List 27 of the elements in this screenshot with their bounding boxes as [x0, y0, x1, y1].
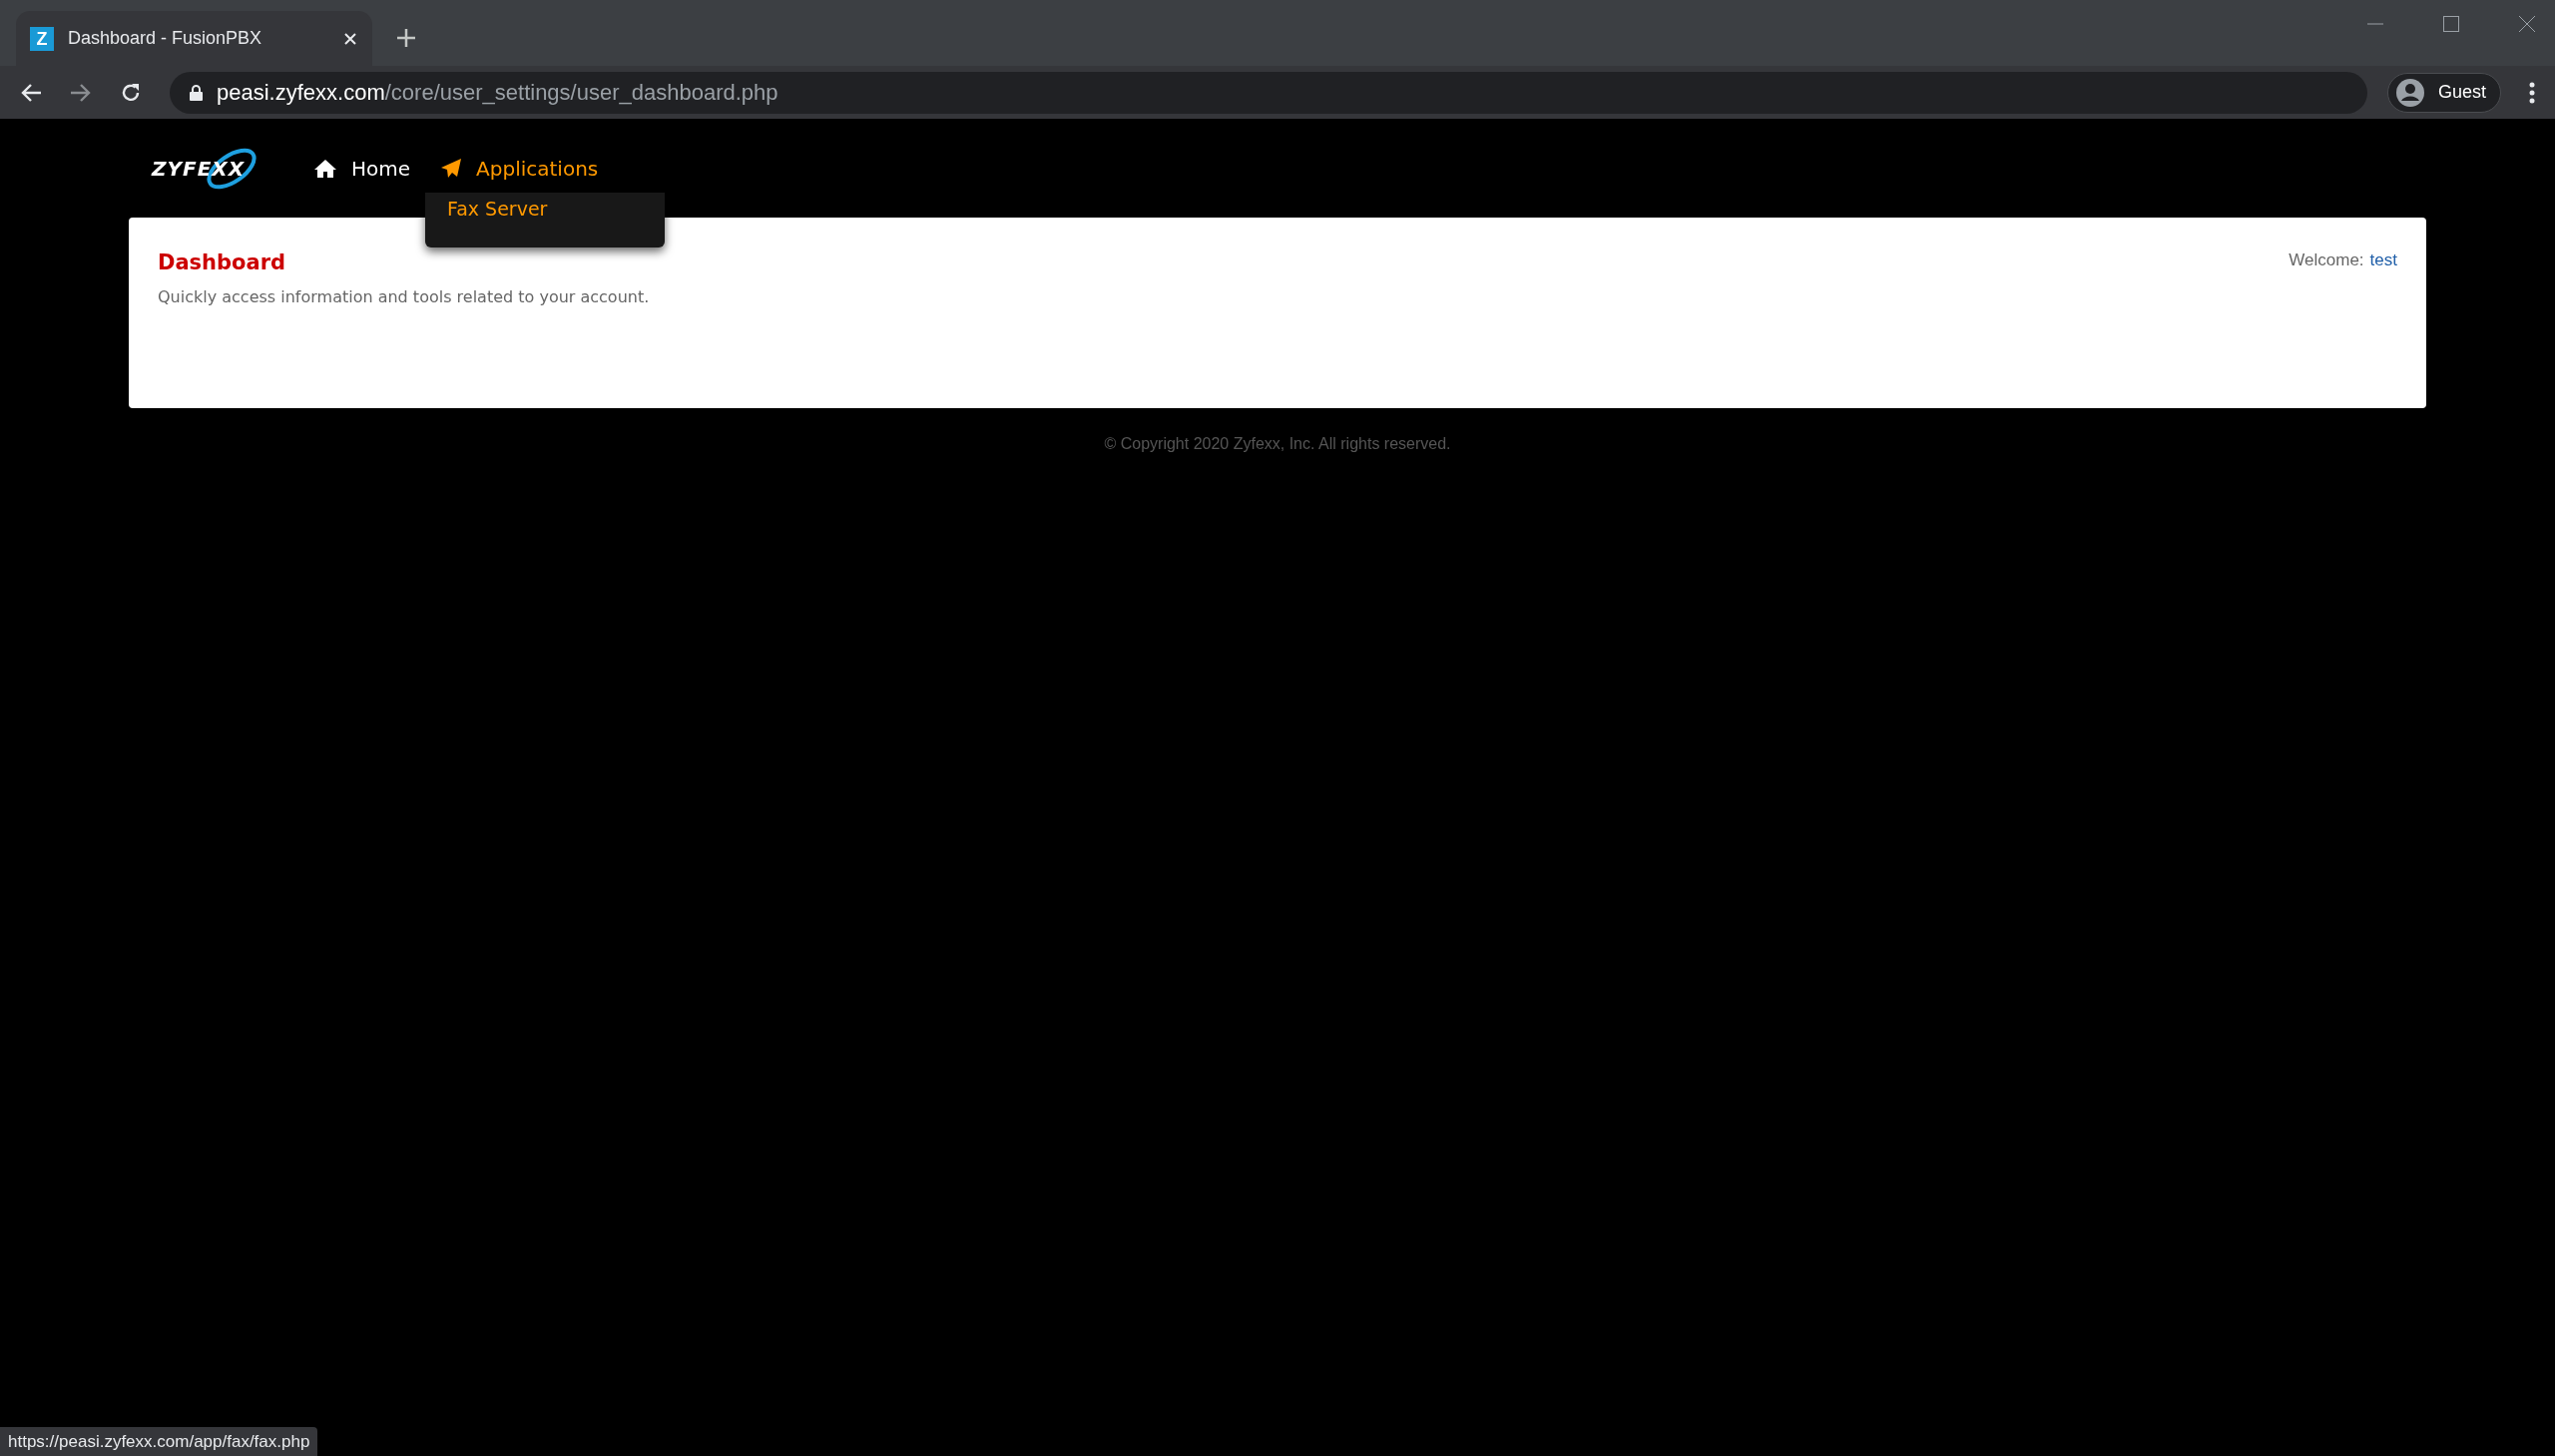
browser-tab[interactable]: Z Dashboard - FusionPBX — [16, 11, 372, 66]
lock-icon — [190, 84, 203, 101]
favicon-icon: Z — [30, 26, 54, 51]
nav-link[interactable]: Applications — [440, 154, 599, 184]
menu-icon[interactable] — [2529, 81, 2535, 104]
username-link[interactable]: test — [2369, 247, 2397, 271]
maximize-icon[interactable] — [2443, 16, 2459, 32]
welcome-label: Welcome: — [2289, 249, 2364, 271]
reload-icon[interactable] — [120, 81, 142, 104]
back-arrow-icon[interactable] — [20, 82, 42, 103]
home-icon — [313, 159, 337, 179]
close-icon[interactable] — [342, 30, 358, 47]
user-icon — [2395, 78, 2424, 107]
url-text: peasi.zyfexx.com/core/user_settings/user_dashboard.php — [217, 79, 778, 107]
close-window-icon[interactable] — [2519, 16, 2535, 32]
forward-arrow-icon[interactable] — [70, 82, 92, 103]
profile-button[interactable]: Guest — [2386, 72, 2501, 113]
nav-link[interactable]: Home — [313, 154, 411, 184]
tab-title: Dashboard - FusionPBX — [68, 27, 263, 50]
paper-plane-icon — [440, 158, 463, 180]
page-description: Quickly access information and tools related to your account. — [158, 285, 650, 308]
copyright-text: © Copyright 2020 Zyfexx, Inc. All rights reserved. — [1104, 434, 1451, 454]
status-url: https://peasi.zyfexx.com/app/fax/fax.php — [0, 1427, 318, 1456]
new-tab-icon[interactable] — [396, 28, 416, 48]
menu-item[interactable]: Fax Server — [425, 193, 570, 224]
address-bar[interactable]: peasi.zyfexx.com/core/user_settings/user_dashboard.php — [170, 71, 2367, 114]
page-title: Dashboard — [158, 249, 287, 276]
